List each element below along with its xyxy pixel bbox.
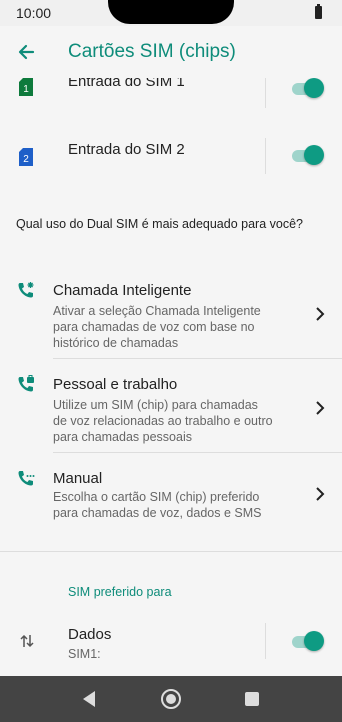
- option-title: Pessoal e trabalho: [53, 376, 178, 393]
- description-line: Utilize um SIM (chip) para chamadas: [53, 398, 258, 412]
- data-value: SIM1:: [68, 647, 101, 661]
- app-bar: Cartões SIM (chips): [0, 26, 342, 78]
- nav-recents-icon[interactable]: [245, 692, 259, 706]
- svg-text:2: 2: [23, 154, 29, 165]
- data-label: Dados: [68, 626, 112, 643]
- option-description: Utilize um SIM (chip) para chamadas de v…: [53, 397, 293, 445]
- svg-text:1: 1: [23, 84, 29, 95]
- arrow-back-icon: [18, 44, 35, 60]
- sim2-toggle[interactable]: [292, 145, 324, 167]
- preferred-data-row[interactable]: Dados SIM1:: [0, 620, 342, 676]
- dual-sim-question: Qual uso do Dual SIM é mais adequado par…: [16, 217, 303, 231]
- chevron-right-icon: [316, 307, 325, 321]
- option-smart-call[interactable]: Chamada Inteligente Ativar a seleção Cha…: [0, 272, 342, 356]
- battery-icon: [315, 4, 322, 19]
- description-line: Ativar a seleção Chamada Inteligente: [53, 304, 261, 318]
- status-bar: 10:00: [0, 0, 342, 26]
- option-personal-work[interactable]: Pessoal e trabalho Utilize um SIM (chip)…: [0, 366, 342, 450]
- data-toggle[interactable]: [292, 631, 324, 653]
- option-manual[interactable]: Manual Escolha o cartão SIM (chip) prefe…: [0, 460, 342, 530]
- status-time: 10:00: [16, 5, 52, 21]
- navigation-bar: [0, 676, 342, 722]
- chevron-right-icon: [316, 487, 325, 501]
- divider: [265, 138, 266, 174]
- option-description: Ativar a seleção Chamada Inteligente par…: [53, 303, 293, 351]
- description-line: Escolha o cartão SIM (chip) preferido: [53, 490, 260, 504]
- camera-notch: [108, 0, 234, 24]
- section-divider: [0, 551, 342, 552]
- description-line: para chamadas pessoais: [53, 430, 192, 444]
- data-swap-icon: [20, 634, 34, 648]
- sim-card-2-icon: 2: [19, 148, 33, 166]
- divider: [53, 452, 342, 453]
- phone-work-icon: [18, 375, 34, 392]
- page-title: Cartões SIM (chips): [68, 41, 236, 62]
- description-line: para chamadas de voz, dados e SMS: [53, 506, 262, 520]
- description-line: histórico de chamadas: [53, 336, 179, 350]
- nav-home-icon[interactable]: [161, 689, 181, 709]
- screen: 10:00 Cartões SIM (chips) 1 Entrada do S…: [0, 0, 342, 722]
- sim1-toggle[interactable]: [292, 78, 324, 100]
- option-description: Escolha o cartão SIM (chip) preferido pa…: [53, 489, 293, 521]
- divider: [53, 358, 342, 359]
- section-header: SIM preferido para: [68, 585, 172, 599]
- sim-card-1-icon: 1: [19, 78, 33, 96]
- description-line: para chamadas de voz com base no: [53, 320, 255, 334]
- sim2-label: Entrada do SIM 2: [68, 141, 185, 158]
- back-button[interactable]: [12, 37, 42, 67]
- option-title: Chamada Inteligente: [53, 282, 192, 299]
- sim2-input-row[interactable]: 2 Entrada do SIM 2: [0, 128, 342, 184]
- phone-auto-icon: [18, 282, 34, 298]
- option-title: Manual: [53, 470, 103, 487]
- phone-manual-icon: [18, 471, 35, 486]
- nav-back-icon[interactable]: [81, 689, 97, 709]
- chevron-right-icon: [316, 401, 325, 415]
- description-line: de voz relacionadas ao trabalho e outro: [53, 414, 273, 428]
- divider: [265, 623, 266, 659]
